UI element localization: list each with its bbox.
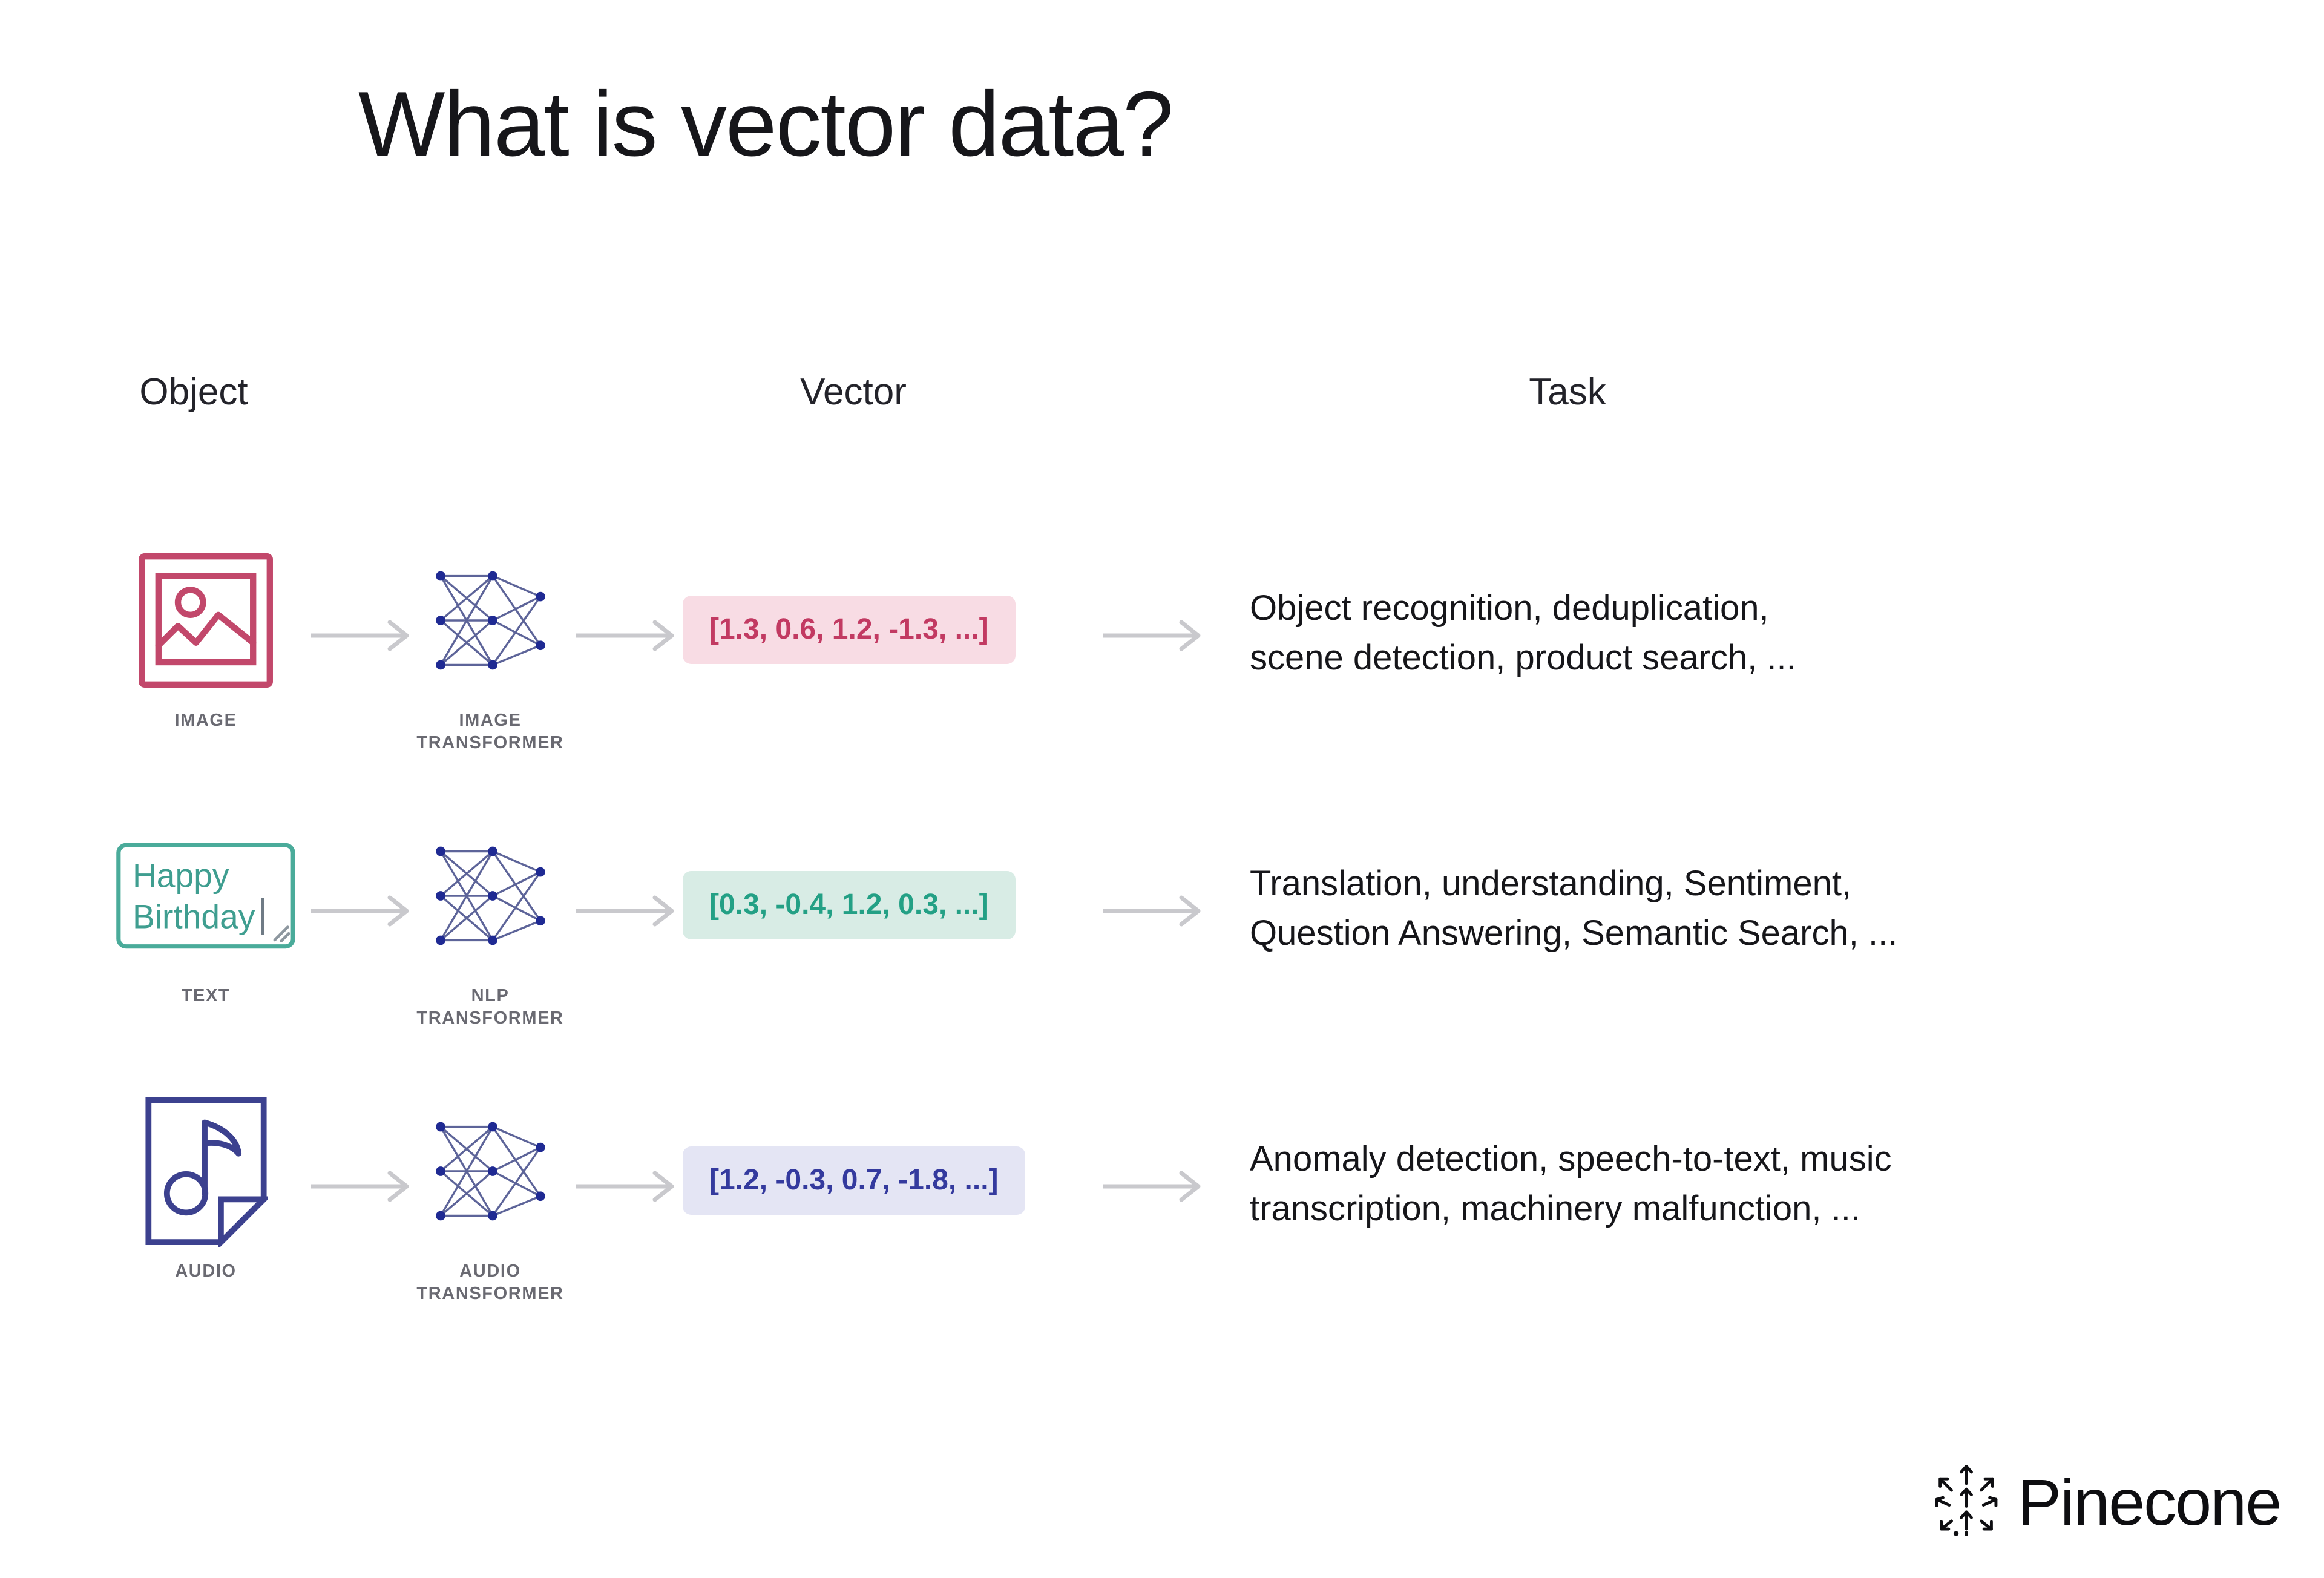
vector-pill-text: [0.3, -0.4, 1.2, 0.3, ...] [683, 871, 1016, 939]
pipeline-row-audio: AUDIO AUDIO TRANSFORMER [1.2, -0.3, 0.7,… [0, 1096, 2324, 1362]
object-cell-audio: AUDIO [85, 1096, 327, 1350]
column-header-object: Object [139, 371, 248, 413]
svg-text:Happy: Happy [133, 857, 229, 895]
text-box-icon: Happy Birthday [115, 820, 297, 971]
object-caption-image: IMAGE [174, 711, 237, 730]
audio-file-icon [144, 1096, 268, 1247]
neural-network-icon [425, 820, 556, 971]
arrow-transformer-to-vector-image [575, 619, 684, 656]
svg-text:Birthday: Birthday [133, 898, 255, 935]
transformer-cell-image: IMAGE TRANSFORMER [375, 545, 605, 799]
object-cell-image: IMAGE [85, 545, 327, 799]
column-header-task: Task [1529, 371, 1606, 413]
neural-network-icon [425, 1096, 556, 1247]
object-cell-text: Happy Birthday TEXT [85, 820, 327, 1074]
pinecone-logo: Pinecone [1931, 1462, 2282, 1542]
object-caption-audio: AUDIO [175, 1261, 237, 1281]
picture-frame-icon [136, 545, 275, 696]
neural-network-icon [425, 545, 556, 696]
vector-pill-image: [1.3, 0.6, 1.2, -1.3, ...] [683, 596, 1016, 664]
transformer-cell-audio: AUDIO TRANSFORMER [375, 1096, 605, 1350]
pipeline-row-image: IMAGE IMAGE TRANSFORMER [1.3, 0.6, 1.2, … [0, 545, 2324, 811]
transformer-caption-image: IMAGE TRANSFORMER [416, 711, 564, 753]
object-caption-text: TEXT [181, 986, 231, 1005]
arrow-vector-to-task-audio [1101, 1169, 1210, 1206]
task-text-image: Object recognition, deduplication, scene… [1250, 588, 1796, 678]
arrow-transformer-to-vector-audio [575, 1169, 684, 1206]
transformer-cell-text: NLP TRANSFORMER [375, 820, 605, 1074]
pinecone-wordmark: Pinecone [2018, 1465, 2282, 1539]
vector-pill-audio: [1.2, -0.3, 0.7, -1.8, ...] [683, 1146, 1025, 1215]
arrow-vector-to-task-image [1101, 619, 1210, 656]
task-text-text: Translation, understanding, Sentiment, Q… [1250, 864, 1898, 953]
arrow-vector-to-task-text [1101, 894, 1210, 931]
page-title: What is vector data? [358, 73, 1174, 176]
arrow-transformer-to-vector-text [575, 894, 684, 931]
transformer-caption-text: NLP TRANSFORMER [416, 986, 564, 1028]
pinecone-arrows-logo [1931, 1462, 2002, 1542]
transformer-caption-audio: AUDIO TRANSFORMER [416, 1261, 564, 1304]
task-text-audio: Anomaly detection, speech-to-text, music… [1250, 1139, 1892, 1229]
column-header-vector: Vector [800, 371, 907, 413]
pipeline-row-text: Happy Birthday TEXT NLP TRANSFORMER [0.3… [0, 820, 2324, 1087]
